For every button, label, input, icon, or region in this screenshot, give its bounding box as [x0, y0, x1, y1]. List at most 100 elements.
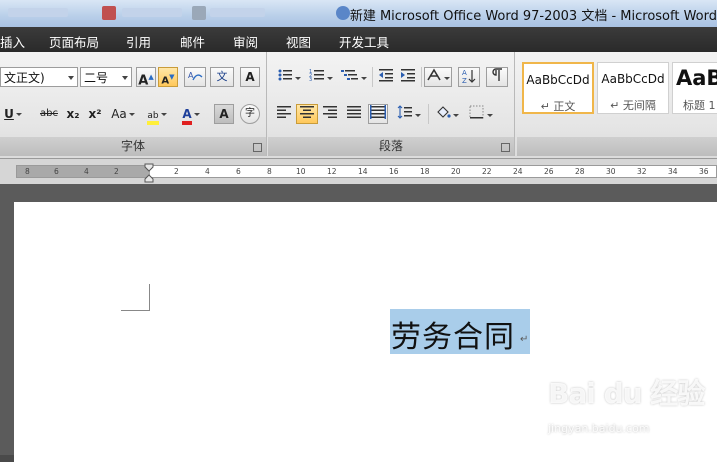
chevron-down-icon[interactable]	[487, 114, 493, 117]
indent-marker-icon[interactable]	[144, 163, 154, 183]
dialog-launcher-icon[interactable]	[253, 143, 262, 152]
tab-developer[interactable]: 开发工具	[339, 32, 389, 51]
ruler-number: 4	[205, 167, 210, 176]
chevron-down-icon[interactable]	[68, 76, 74, 80]
app-icon-grey[interactable]	[192, 6, 206, 20]
font-group-label: 字体	[0, 137, 266, 156]
align-center-button[interactable]	[296, 104, 318, 124]
character-border-button[interactable]: A	[240, 67, 260, 87]
show-hide-marks-button[interactable]	[486, 67, 508, 87]
line-spacing-button[interactable]	[394, 104, 424, 124]
tab-mailings[interactable]: 邮件	[180, 32, 205, 51]
subscript-label: x₂	[66, 107, 80, 121]
strikethrough-button[interactable]: abc	[36, 104, 62, 124]
clear-format-button[interactable]: A	[184, 67, 206, 87]
horizontal-ruler[interactable]: 8 6 4 2 2 4 6 8 10 12 14 16 18 20 22 24 …	[16, 165, 717, 178]
borders-icon	[469, 105, 484, 119]
ruler-number: 12	[327, 167, 337, 176]
title-bar: 新建 Microsoft Office Word 97-2003 文档 - Mi…	[0, 0, 717, 27]
style-heading-1[interactable]: AaB 标题 1	[672, 62, 717, 114]
ruler-number: 18	[420, 167, 430, 176]
enclose-characters-button[interactable]: 字	[240, 104, 260, 124]
align-center-icon	[300, 106, 314, 118]
shading-button[interactable]	[432, 104, 462, 124]
paragraph-mark-icon	[492, 68, 502, 81]
ruler-number: 26	[544, 167, 554, 176]
multilevel-list-button[interactable]	[338, 67, 370, 87]
tab-view[interactable]: 视图	[286, 32, 311, 51]
align-right-button[interactable]	[320, 104, 340, 124]
ruler-number: 20	[451, 167, 461, 176]
ribbon: 文正文) 二号 A▲ A▼ A 文 A U abc x₂ x² Aa ab A …	[0, 52, 717, 159]
increase-indent-button[interactable]	[398, 67, 418, 87]
tab-review[interactable]: 审阅	[233, 32, 258, 51]
highlight-button[interactable]: ab	[142, 104, 172, 125]
subscript-button[interactable]: x₂	[62, 104, 84, 124]
svg-text:Z: Z	[462, 77, 467, 84]
styles-group: AaBbCcDd ↵ 正文 AaBbCcDd ↵ 无间隔 AaB 标题 1	[517, 52, 717, 156]
quick-access-toolbar[interactable]	[8, 8, 68, 17]
increase-indent-icon	[401, 69, 415, 82]
phonetic-guide-button[interactable]: 文	[210, 67, 234, 87]
chevron-down-icon[interactable]	[128, 113, 135, 116]
decrease-indent-button[interactable]	[376, 67, 396, 87]
bullets-button[interactable]	[274, 67, 304, 87]
chevron-down-icon[interactable]	[327, 77, 333, 80]
align-left-button[interactable]	[274, 104, 294, 124]
grow-font-button[interactable]: A▲	[136, 67, 156, 88]
multilevel-list-icon	[341, 70, 358, 80]
underline-button[interactable]: U	[0, 104, 26, 124]
change-case-button[interactable]: Aa	[108, 104, 138, 124]
style-normal[interactable]: AaBbCcDd ↵ 正文	[522, 62, 594, 114]
chevron-down-icon[interactable]	[160, 113, 167, 116]
chevron-down-icon[interactable]	[453, 114, 459, 117]
enclose-characters-label: 字	[245, 108, 255, 119]
strikethrough-label: abc	[40, 108, 58, 119]
font-name-combo[interactable]: 文正文)	[0, 67, 78, 87]
style-normal-sample: AaBbCcDd	[526, 73, 590, 87]
svg-text:3: 3	[309, 77, 312, 82]
tab-references[interactable]: 引用	[126, 32, 151, 51]
style-no-spacing[interactable]: AaBbCcDd ↵ 无间隔	[597, 62, 669, 114]
chevron-down-icon[interactable]	[415, 114, 421, 117]
separator	[421, 67, 422, 87]
ruler-number: 34	[668, 167, 678, 176]
help-icon[interactable]	[336, 6, 350, 20]
style-heading-1-sample: AaB	[676, 66, 717, 90]
font-size-value: 二号	[84, 71, 109, 85]
chevron-down-icon[interactable]	[361, 77, 367, 80]
decrease-indent-icon	[379, 69, 393, 82]
phonetic-guide-label: 文	[216, 70, 228, 83]
ruler-number: 10	[296, 167, 306, 176]
superscript-button[interactable]: x²	[84, 104, 106, 124]
dialog-launcher-icon[interactable]	[501, 143, 510, 152]
distributed-button[interactable]	[368, 104, 388, 124]
style-no-spacing-name: ↵ 无间隔	[610, 99, 656, 112]
font-size-combo[interactable]: 二号	[80, 67, 132, 87]
ruler-number: 24	[513, 167, 523, 176]
borders-button[interactable]	[466, 104, 496, 124]
tab-insert[interactable]: 插入	[0, 32, 25, 51]
sort-button[interactable]: AZ	[458, 67, 480, 87]
character-shading-button[interactable]: A	[214, 104, 234, 124]
chevron-down-icon[interactable]	[15, 113, 22, 116]
title-faint-item	[122, 8, 182, 17]
ruler-number: 36	[699, 167, 709, 176]
chevron-down-icon[interactable]	[122, 76, 128, 80]
chevron-down-icon[interactable]	[295, 77, 301, 80]
shrink-font-button[interactable]: A▼	[158, 67, 178, 87]
numbering-icon: 1 2 3	[309, 69, 324, 83]
paragraph-mark: ↵	[520, 334, 529, 345]
numbering-button[interactable]: 1 2 3	[306, 67, 336, 87]
style-normal-name: ↵ 正文	[540, 100, 576, 113]
app-icon-red[interactable]	[102, 6, 116, 20]
justify-button[interactable]	[344, 104, 364, 124]
tab-page-layout[interactable]: 页面布局	[49, 32, 99, 51]
character-shading-label: A	[219, 107, 229, 121]
asian-layout-button[interactable]	[424, 67, 452, 87]
ruler-number: 28	[575, 167, 585, 176]
document-text[interactable]: 劳务合同	[391, 312, 515, 356]
chevron-down-icon[interactable]	[444, 77, 450, 80]
chevron-down-icon[interactable]	[193, 113, 200, 116]
font-color-button[interactable]: A	[176, 104, 206, 125]
